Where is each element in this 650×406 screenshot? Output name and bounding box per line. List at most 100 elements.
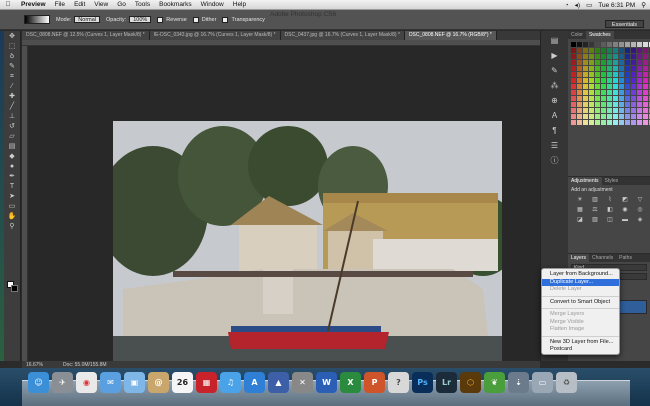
swatch[interactable] <box>643 84 648 89</box>
swatch[interactable] <box>589 60 594 65</box>
swatch[interactable] <box>625 54 630 59</box>
swatch[interactable] <box>589 78 594 83</box>
swatch[interactable] <box>601 66 606 71</box>
swatch[interactable] <box>583 84 588 89</box>
swatch[interactable] <box>589 90 594 95</box>
menu-file[interactable]: File <box>55 1 65 8</box>
swatch[interactable] <box>607 96 612 101</box>
actions-panel-icon[interactable]: ▶ <box>549 51 561 61</box>
zoom-level[interactable]: 16.67% <box>26 362 43 368</box>
excel-icon[interactable]: X <box>340 372 361 393</box>
swatch[interactable] <box>607 90 612 95</box>
swatch[interactable] <box>595 102 600 107</box>
swatch[interactable] <box>643 66 648 71</box>
swatch[interactable] <box>631 108 636 113</box>
swatch[interactable] <box>589 96 594 101</box>
tab-layers[interactable]: Layers <box>568 254 590 262</box>
swatch[interactable] <box>619 60 624 65</box>
swatch[interactable] <box>637 102 642 107</box>
swatch[interactable] <box>571 60 576 65</box>
swatch[interactable] <box>613 72 618 77</box>
swatch[interactable] <box>607 66 612 71</box>
keynote-icon[interactable]: ▲ <box>268 372 289 393</box>
swatch[interactable] <box>625 108 630 113</box>
swatch[interactable] <box>577 114 582 119</box>
swatch[interactable] <box>631 42 636 47</box>
swatch[interactable] <box>613 84 618 89</box>
swatch[interactable] <box>571 120 576 125</box>
swatch[interactable] <box>577 42 582 47</box>
menu-help[interactable]: Help <box>233 1 246 8</box>
swatch[interactable] <box>577 90 582 95</box>
gradient-tool-icon[interactable]: ▤ <box>7 143 18 151</box>
swatch[interactable] <box>643 90 648 95</box>
finder-icon[interactable]: ☺ <box>28 372 49 393</box>
launchpad-icon[interactable]: ✈ <box>52 372 73 393</box>
swatch[interactable] <box>601 114 606 119</box>
swatch[interactable] <box>583 90 588 95</box>
swatch[interactable] <box>589 108 594 113</box>
swatch[interactable] <box>631 114 636 119</box>
swatch[interactable] <box>607 108 612 113</box>
swatch[interactable] <box>577 54 582 59</box>
swatch[interactable] <box>577 72 582 77</box>
swatch[interactable] <box>607 78 612 83</box>
swatch[interactable] <box>601 78 606 83</box>
swatch[interactable] <box>613 114 618 119</box>
properties-panel-icon[interactable]: ☰ <box>549 141 561 151</box>
zoom-tool-icon[interactable]: ⚲ <box>7 223 18 231</box>
menu-bookmarks[interactable]: Bookmarks <box>159 1 192 8</box>
levels-icon[interactable]: ▥ <box>589 197 601 204</box>
swatch[interactable] <box>625 114 630 119</box>
swatch[interactable] <box>595 60 600 65</box>
spotlight-icon[interactable]: ⚲ <box>641 1 646 9</box>
swatch[interactable] <box>595 42 600 47</box>
swatch[interactable] <box>589 120 594 125</box>
threshold-icon[interactable]: ◫ <box>604 217 616 224</box>
pen-tool-icon[interactable]: ✒ <box>7 173 18 181</box>
swatch[interactable] <box>595 90 600 95</box>
swatch[interactable] <box>595 54 600 59</box>
swatch[interactable] <box>571 72 576 77</box>
swatch[interactable] <box>631 102 636 107</box>
swatch[interactable] <box>631 78 636 83</box>
swatch[interactable] <box>583 42 588 47</box>
doc-tab[interactable]: DSC_0808.NEF @ 12.5% (Curves 1, Layer Ma… <box>22 31 150 40</box>
swatch[interactable] <box>595 66 600 71</box>
swatch[interactable] <box>601 108 606 113</box>
doc-tab-active[interactable]: DSC_0808.NEF @ 16.7% (RGB/8*) * <box>404 31 497 40</box>
battery-icon[interactable]: ▭ <box>586 1 592 9</box>
swatch[interactable] <box>637 60 642 65</box>
swatch[interactable] <box>643 108 648 113</box>
character-panel-icon[interactable]: A <box>549 111 561 121</box>
tab-swatches[interactable]: Swatches <box>585 31 614 39</box>
document-photo[interactable] <box>113 121 502 380</box>
color-balance-icon[interactable]: ⚖ <box>589 207 601 214</box>
photo-filter-icon[interactable]: ◉ <box>619 207 631 214</box>
swatch[interactable] <box>613 54 618 59</box>
swatch[interactable] <box>571 114 576 119</box>
swatch[interactable] <box>613 78 618 83</box>
swatch[interactable] <box>619 108 624 113</box>
clone-stamp-tool-icon[interactable]: ⊥ <box>7 113 18 121</box>
swatch[interactable] <box>625 60 630 65</box>
swatch[interactable] <box>631 96 636 101</box>
dither-checkbox[interactable] <box>192 16 199 23</box>
swatch[interactable] <box>583 72 588 77</box>
swatch[interactable] <box>583 114 588 119</box>
swatch[interactable] <box>601 42 606 47</box>
preview-icon[interactable]: ▣ <box>124 372 145 393</box>
swatch[interactable] <box>583 120 588 125</box>
menu-edit[interactable]: Edit <box>74 1 85 8</box>
volume-icon[interactable]: ◂) <box>575 1 580 9</box>
wifi-icon[interactable]: ◔ <box>565 2 569 9</box>
swatch[interactable] <box>631 90 636 95</box>
swatch[interactable] <box>613 120 618 125</box>
powerpoint-icon[interactable]: P <box>364 372 385 393</box>
posterize-icon[interactable]: ▨ <box>589 217 601 224</box>
swatch[interactable] <box>643 48 648 53</box>
swatch[interactable] <box>637 84 642 89</box>
swatch[interactable] <box>577 84 582 89</box>
selective-color-icon[interactable]: ◈ <box>634 217 646 224</box>
menu-item-layer-from-background[interactable]: Layer from Background... <box>542 271 619 279</box>
